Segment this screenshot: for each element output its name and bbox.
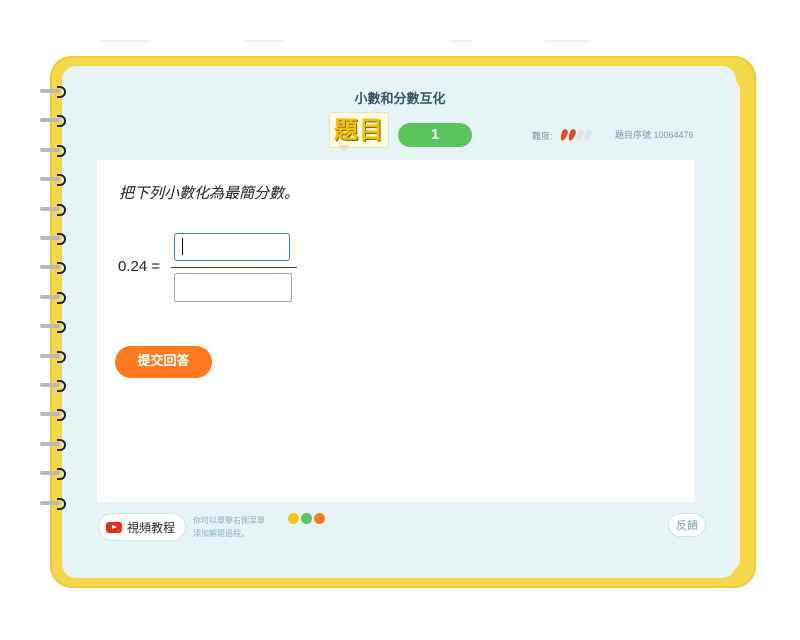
difficulty-label: 難度: [532,130,553,141]
spiral-ring [40,204,70,216]
question-badge: 題目 [329,112,389,148]
chili-pepper-icon [574,128,585,142]
feedback-button[interactable]: 反饋 [668,513,706,537]
question-card [97,160,695,502]
question-badge-tail [338,145,350,151]
page-edge [730,80,740,570]
spiral-ring [40,468,70,480]
spiral-ring [40,233,70,245]
fraction-icon [314,513,325,524]
hint-line-2: 添加解題過程。 [193,529,249,538]
pencil-icon [288,513,299,524]
top-ghost-3 [450,40,472,42]
spiral-ring [40,380,70,392]
spiral-ring [40,409,70,421]
question-number-pill: 1 [398,123,472,147]
spiral-ring [40,115,70,127]
difficulty-indicator: 難度: [532,128,593,142]
text-icon [301,513,312,524]
top-ghost-2 [245,40,283,42]
numerator-input[interactable] [174,233,290,261]
top-ghost-4 [545,40,590,42]
play-video-icon [106,521,122,533]
denominator-input[interactable] [174,273,292,302]
chili-pepper-icon [566,128,577,142]
chili-pepper-icon [558,128,569,142]
decimal-expression: 0.24 = [118,258,161,275]
stage: 小數和分數互化 題目 1 難度: 題目序號 10064476 把下列小數化為最簡… [0,0,800,640]
video-tutorial-label: 視頻教程 [127,520,176,535]
spiral-ring [40,145,70,157]
spiral-ring [40,321,70,333]
hint-menu-icons [288,513,327,524]
top-ghost-1 [100,40,150,42]
difficulty-peppers [558,128,593,142]
spiral-ring [40,262,70,274]
topic-title: 小數和分數互化 [354,91,446,106]
hint-line-1: 你可以單擊右側菜單 [193,516,265,525]
fraction-bar [171,267,297,268]
hint-text: 你可以單擊右側菜單 添加解題過程。 [193,514,373,540]
video-tutorial-button[interactable]: 視頻教程 [98,513,186,541]
spiral-ring [40,439,70,451]
text-caret [182,238,183,255]
spiral-ring [40,174,70,186]
submit-answer-button[interactable]: 提交回答 [115,346,212,378]
spiral-ring [40,498,70,510]
question-serial: 題目序號 10064476 [615,130,694,140]
spiral-ring [40,292,70,304]
spiral-ring [40,351,70,363]
question-prompt: 把下列小數化為最簡分數。 [119,184,300,202]
